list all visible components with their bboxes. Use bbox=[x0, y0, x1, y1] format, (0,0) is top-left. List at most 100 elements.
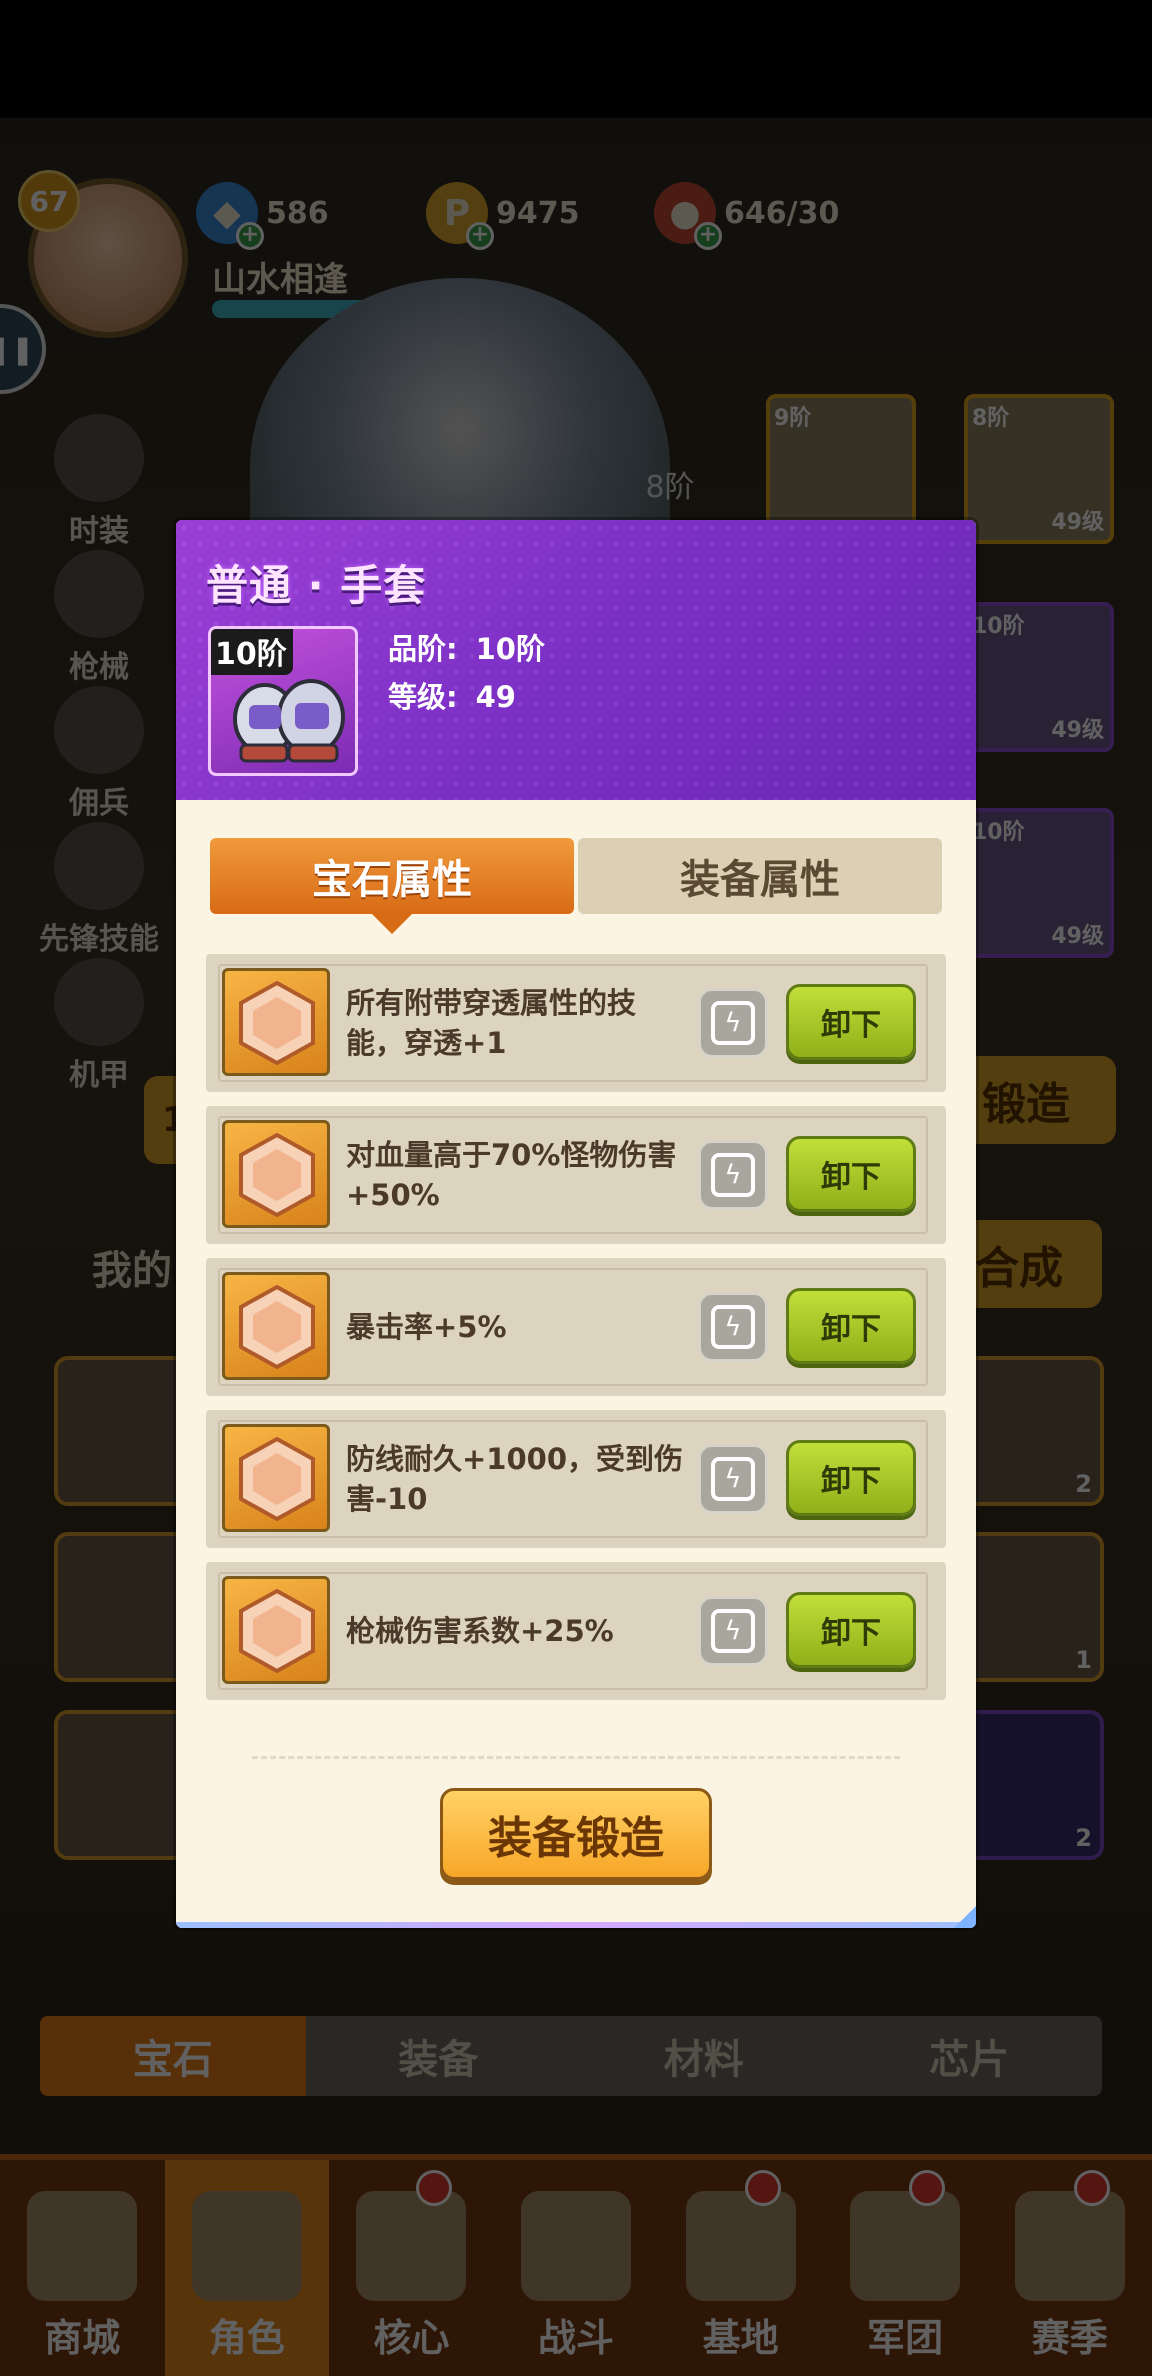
player-level-badge: 67 bbox=[18, 170, 80, 232]
equip-slot-gloves[interactable]: 10阶 49级 bbox=[964, 808, 1114, 958]
orange-gem-icon bbox=[222, 1120, 330, 1228]
nav-character[interactable]: 角色 bbox=[164, 2160, 330, 2376]
core-icon bbox=[356, 2191, 467, 2301]
lock-icon: ϟ bbox=[711, 1609, 755, 1653]
tab-materials[interactable]: 材料 bbox=[571, 2016, 837, 2096]
shirt-icon bbox=[54, 414, 144, 502]
gem-detail-dialog: 普通 · 手套 10阶 品阶: 10阶 等级: 49 宝石属性 装备属性 所有附… bbox=[176, 520, 976, 1928]
tab-chips[interactable]: 芯片 bbox=[837, 2016, 1103, 2096]
item-tier-badge: 10阶 bbox=[211, 629, 293, 675]
nav-base[interactable]: 基地 bbox=[658, 2160, 823, 2376]
bottom-nav: 商城 角色 核心 战斗 基地 军团 赛季 bbox=[0, 2154, 1152, 2376]
nav-shop[interactable]: 商城 bbox=[0, 2160, 165, 2376]
orange-gem-icon bbox=[222, 968, 330, 1076]
gem-row: 暴击率+5% ϟ 卸下 bbox=[206, 1258, 946, 1396]
tower-icon bbox=[685, 2191, 796, 2301]
tab-gems[interactable]: 宝石 bbox=[40, 2016, 306, 2096]
side-item-mecha[interactable]: 机甲 bbox=[34, 958, 164, 1094]
equip-slot-boots[interactable]: 8阶 49级 bbox=[964, 394, 1114, 544]
side-item-mercenary[interactable]: 佣兵 bbox=[34, 686, 164, 822]
pause-button[interactable]: ❚❚ bbox=[0, 304, 46, 394]
divider bbox=[252, 1756, 900, 1759]
gem-row: 枪械伤害系数+25% ϟ 卸下 bbox=[206, 1562, 946, 1700]
gem-resource[interactable]: ◆ + 586 bbox=[196, 182, 329, 250]
tab-equipment[interactable]: 装备 bbox=[306, 2016, 572, 2096]
lock-icon: ϟ bbox=[711, 1457, 755, 1501]
gem-effect-text: 防线耐久+1000，受到伤害-10 bbox=[346, 1442, 684, 1516]
item-icon: 10阶 bbox=[208, 626, 358, 776]
lock-toggle[interactable]: ϟ bbox=[698, 988, 768, 1058]
notification-dot bbox=[415, 2170, 452, 2206]
orange-gem-icon bbox=[222, 1272, 330, 1380]
orange-gem-icon bbox=[222, 1576, 330, 1684]
hero-rank: 8阶 bbox=[645, 470, 695, 505]
stamina-resource[interactable]: ● + 646/30 bbox=[654, 182, 840, 250]
gem-row: 所有附带穿透属性的技能，穿透+1 ϟ 卸下 bbox=[206, 954, 946, 1092]
character-icon bbox=[191, 2191, 302, 2301]
pistol-icon bbox=[54, 550, 144, 638]
meat-icon: ● + bbox=[654, 182, 722, 250]
gem-list: 所有附带穿透属性的技能，穿透+1 ϟ 卸下 对血量高于70%怪物伤害+50% ϟ… bbox=[206, 954, 946, 1714]
nav-legion[interactable]: 军团 bbox=[823, 2160, 988, 2376]
gem-count: 586 bbox=[266, 195, 329, 231]
item-grade: 品阶: 10阶 bbox=[388, 632, 545, 666]
item-level: 等级: 49 bbox=[388, 680, 516, 714]
mecha-icon bbox=[54, 958, 144, 1046]
anchor-icon bbox=[54, 822, 144, 910]
coin-resource[interactable]: P + 9475 bbox=[426, 182, 580, 250]
lock-toggle[interactable]: ϟ bbox=[698, 1596, 768, 1666]
gem-effect-text: 暴击率+5% bbox=[346, 1310, 507, 1344]
lock-toggle[interactable]: ϟ bbox=[698, 1292, 768, 1362]
lock-icon: ϟ bbox=[711, 1305, 755, 1349]
tab-gem-attributes[interactable]: 宝石属性 bbox=[210, 838, 574, 934]
player-name: 山水相逢 bbox=[212, 260, 348, 300]
shop-icon bbox=[27, 2191, 138, 2301]
side-menu: 时装 枪械 佣兵 先锋技能 机甲 bbox=[34, 414, 164, 1094]
dialog-header: 普通 · 手套 10阶 品阶: 10阶 等级: 49 bbox=[176, 520, 976, 800]
gem-row: 防线耐久+1000，受到伤害-10 ϟ 卸下 bbox=[206, 1410, 946, 1548]
equipment-forge-button[interactable]: 装备锻造 bbox=[440, 1788, 712, 1880]
diamond-icon: ◆ + bbox=[196, 182, 264, 250]
lock-icon: ϟ bbox=[711, 1001, 755, 1045]
unequip-button[interactable]: 卸下 bbox=[786, 1288, 916, 1364]
tab-equipment-attributes[interactable]: 装备属性 bbox=[578, 838, 942, 914]
notification-dot bbox=[744, 2170, 781, 2206]
equip-slot-pants[interactable]: 10阶 49级 bbox=[964, 602, 1114, 752]
dialog-bottom-edge bbox=[176, 1922, 976, 1928]
gem-row: 对血量高于70%怪物伤害+50% ϟ 卸下 bbox=[206, 1106, 946, 1244]
soldier-icon bbox=[54, 686, 144, 774]
gem-effect-text: 枪械伤害系数+25% bbox=[346, 1614, 614, 1648]
item-title: 普通 · 手套 bbox=[206, 561, 427, 610]
dialog-tabs: 宝石属性 装备属性 bbox=[210, 838, 942, 934]
inventory-tabs: 宝石 装备 材料 芯片 bbox=[40, 2016, 1102, 2096]
shield-icon bbox=[850, 2191, 961, 2301]
coin-count: 9475 bbox=[496, 195, 580, 231]
nav-core[interactable]: 核心 bbox=[329, 2160, 494, 2376]
gem-effect-text: 所有附带穿透属性的技能，穿透+1 bbox=[346, 986, 637, 1060]
glove-icon bbox=[233, 679, 345, 763]
side-item-fashion[interactable]: 时装 bbox=[34, 414, 164, 550]
nav-season[interactable]: 赛季 bbox=[987, 2160, 1152, 2376]
gem-effect-text: 对血量高于70%怪物伤害+50% bbox=[346, 1138, 677, 1212]
side-item-vanguard-skill[interactable]: 先锋技能 bbox=[34, 822, 164, 958]
notification-dot bbox=[1074, 2170, 1111, 2206]
nav-battle[interactable]: 战斗 bbox=[494, 2160, 659, 2376]
gem-tile[interactable]: 2 bbox=[954, 1710, 1104, 1860]
compass-emblem-icon bbox=[1014, 2191, 1125, 2301]
gem-tile[interactable]: 2 bbox=[954, 1356, 1104, 1506]
unequip-button[interactable]: 卸下 bbox=[786, 1440, 916, 1516]
orange-gem-icon bbox=[222, 1424, 330, 1532]
my-gems-label: 我的 bbox=[92, 1248, 172, 1294]
gem-tile[interactable]: 1 bbox=[954, 1532, 1104, 1682]
coin-icon: P + bbox=[426, 182, 494, 250]
unequip-button[interactable]: 卸下 bbox=[786, 1592, 916, 1668]
dialog-corner-ornament bbox=[954, 1906, 976, 1928]
lock-toggle[interactable]: ϟ bbox=[698, 1140, 768, 1210]
unequip-button[interactable]: 卸下 bbox=[786, 984, 916, 1060]
stamina-count: 646/30 bbox=[724, 195, 840, 231]
side-item-guns[interactable]: 枪械 bbox=[34, 550, 164, 686]
lock-icon: ϟ bbox=[711, 1153, 755, 1197]
unequip-button[interactable]: 卸下 bbox=[786, 1136, 916, 1212]
lock-toggle[interactable]: ϟ bbox=[698, 1444, 768, 1514]
crossed-guns-icon bbox=[521, 2191, 632, 2301]
